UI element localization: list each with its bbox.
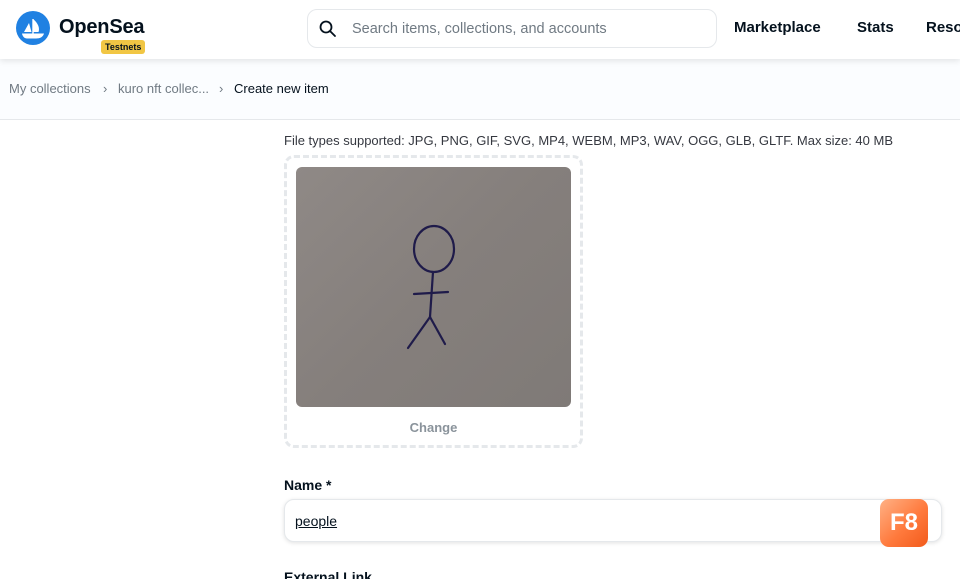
breadcrumb-separator: › [219, 81, 224, 96]
change-media-button[interactable]: Change [287, 420, 580, 435]
f8-overlay-badge: F8 [880, 499, 928, 547]
breadcrumb-collection[interactable]: kuro nft collec... [118, 81, 209, 96]
nav-stats[interactable]: Stats [857, 19, 894, 36]
name-label: Name * [284, 477, 332, 493]
search-icon [318, 19, 338, 44]
file-types-note: File types supported: JPG, PNG, GIF, SVG… [284, 133, 894, 148]
search-input[interactable] [352, 10, 712, 47]
breadcrumb-my-collections[interactable]: My collections [9, 81, 91, 96]
media-upload-dropzone[interactable]: Change [284, 155, 583, 448]
breadcrumb: My collections › kuro nft collec... › Cr… [0, 59, 960, 120]
breadcrumb-separator: › [103, 81, 108, 96]
uploaded-image-preview[interactable] [296, 167, 571, 407]
name-input[interactable] [295, 500, 875, 541]
nav-resources[interactable]: Reso [926, 19, 960, 36]
stick-figure-image [406, 224, 456, 350]
breadcrumb-current: Create new item [234, 81, 329, 96]
top-header: OpenSea Testnets Marketplace Stats Reso [0, 0, 960, 59]
nav-marketplace[interactable]: Marketplace [734, 19, 821, 36]
opensea-logo-icon[interactable] [16, 11, 50, 45]
brand-name[interactable]: OpenSea [59, 16, 145, 39]
search-bar[interactable] [307, 9, 717, 48]
name-field[interactable] [284, 499, 942, 542]
testnets-badge: Testnets [101, 40, 146, 54]
external-link-label: External Link [284, 569, 372, 579]
